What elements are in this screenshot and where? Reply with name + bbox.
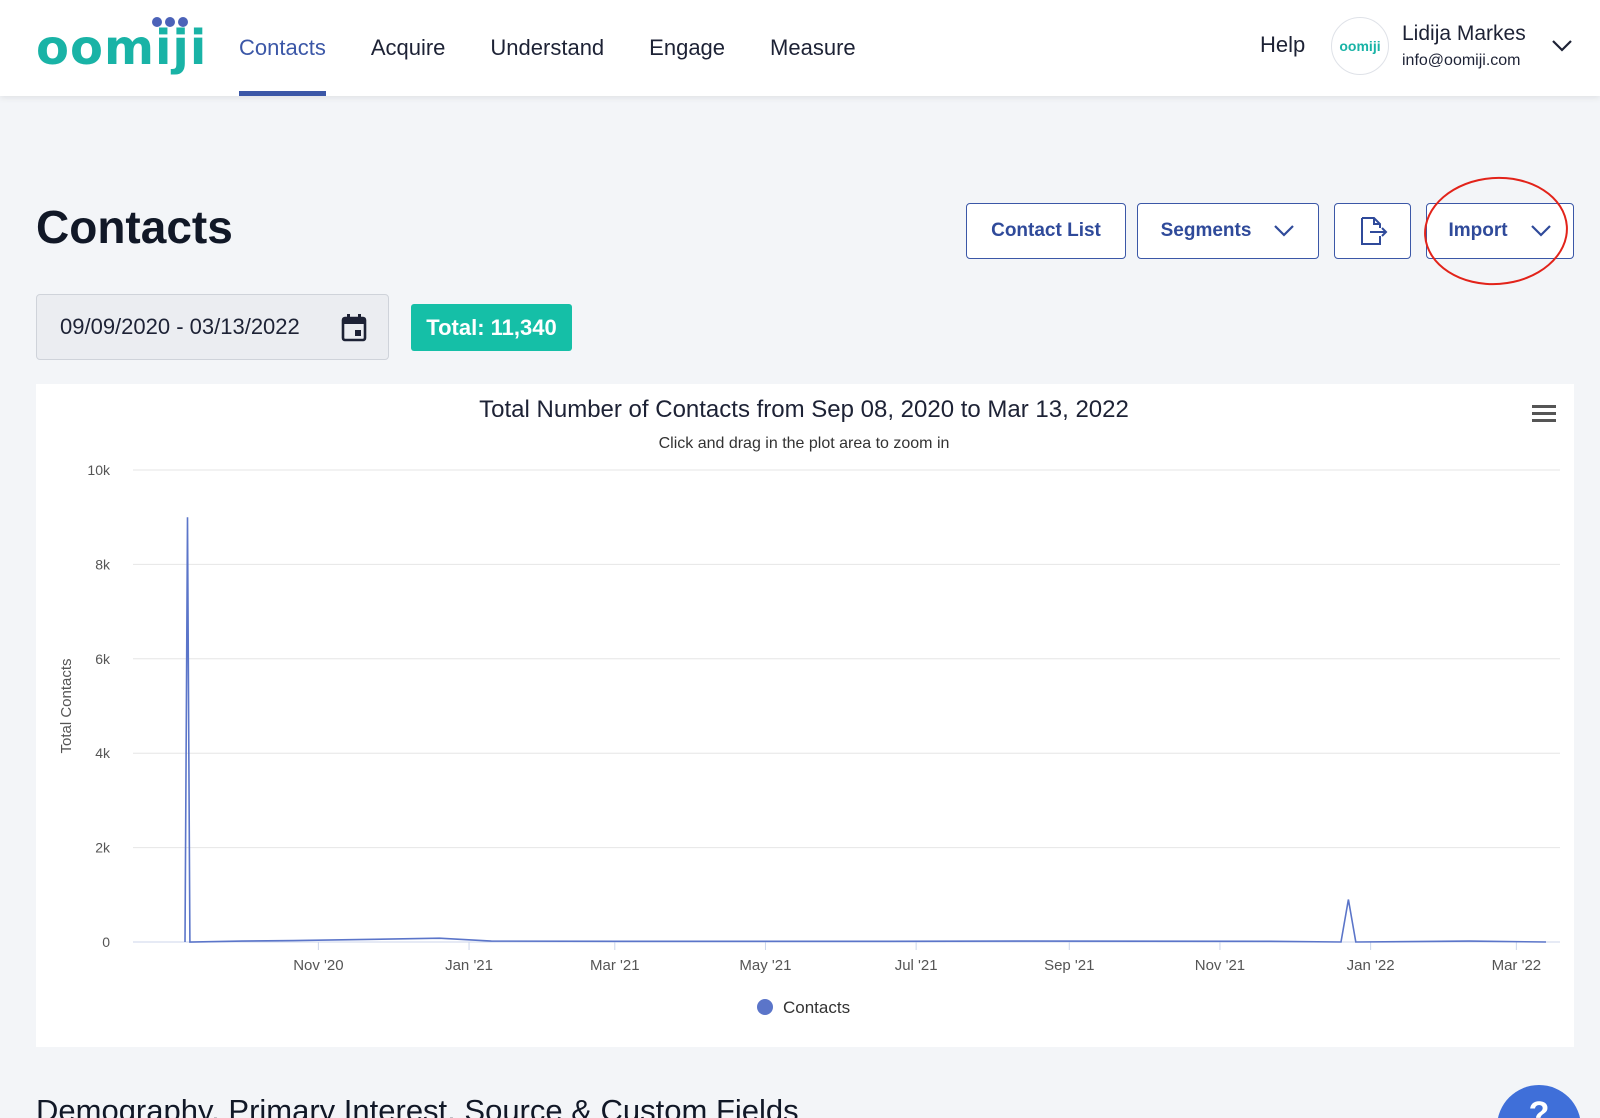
- page-title: Contacts: [36, 201, 233, 253]
- segments-label: Segments: [1160, 220, 1252, 241]
- y-tick-label: 2k: [95, 840, 111, 856]
- hamburger-menu-icon[interactable]: [1530, 402, 1558, 426]
- import-dropdown-button[interactable]: Import: [1426, 203, 1574, 259]
- nav-understand[interactable]: Understand: [490, 0, 604, 96]
- y-tick-label: 4k: [95, 745, 111, 761]
- calendar-icon: [341, 314, 367, 342]
- user-email: info@oomiji.com: [1402, 52, 1521, 69]
- help-link[interactable]: Help: [1260, 32, 1305, 58]
- x-tick-label: Mar '22: [1492, 957, 1542, 974]
- total-contacts-badge: Total: 11,340: [411, 304, 572, 351]
- oomiji-logo[interactable]: oomiji: [36, 14, 206, 78]
- section-title: Demography, Primary Interest, Source & C…: [36, 1093, 799, 1118]
- top-navigation-bar: oomiji Contacts Acquire Understand Engag…: [0, 0, 1600, 96]
- series-line-contacts[interactable]: [184, 517, 1547, 943]
- x-tick-label: Jan '22: [1347, 957, 1395, 974]
- export-button[interactable]: [1334, 203, 1411, 259]
- user-name: Lidija Markes: [1402, 22, 1526, 45]
- legend-label[interactable]: Contacts: [783, 998, 850, 1017]
- import-label: Import: [1448, 220, 1508, 241]
- y-axis-label: Total Contacts: [58, 658, 75, 753]
- nav-acquire[interactable]: Acquire: [371, 0, 446, 96]
- x-tick-label: May '21: [739, 957, 791, 974]
- contacts-chart-panel[interactable]: Total Number of Contacts from Sep 08, 20…: [36, 384, 1574, 1047]
- y-tick-label: 8k: [95, 556, 111, 572]
- y-tick-label: 10k: [87, 462, 111, 478]
- logo-text: oomiji: [36, 20, 208, 76]
- chevron-down-icon[interactable]: [1550, 36, 1574, 54]
- nav-measure[interactable]: Measure: [770, 0, 856, 96]
- chevron-down-icon: [1274, 225, 1295, 237]
- avatar[interactable]: oomiji: [1331, 17, 1389, 75]
- nav-engage[interactable]: Engage: [649, 0, 725, 96]
- legend-marker[interactable]: [757, 999, 773, 1015]
- y-tick-label: 6k: [95, 651, 111, 667]
- contact-list-label: Contact List: [991, 220, 1101, 241]
- x-tick-label: Nov '20: [293, 957, 343, 974]
- x-tick-label: Mar '21: [590, 957, 640, 974]
- x-tick-label: Jan '21: [445, 957, 493, 974]
- contact-list-button[interactable]: Contact List: [966, 203, 1126, 259]
- chevron-down-icon: [1530, 225, 1551, 237]
- y-tick-label: 0: [102, 934, 110, 950]
- x-tick-label: Sep '21: [1044, 957, 1094, 974]
- segments-dropdown-button[interactable]: Segments: [1137, 203, 1319, 259]
- contacts-line-chart[interactable]: Total Number of Contacts from Sep 08, 20…: [36, 384, 1574, 1047]
- main-nav: Contacts Acquire Understand Engage Measu…: [239, 0, 901, 96]
- chart-subtitle: Click and drag in the plot area to zoom …: [659, 435, 950, 452]
- chart-title: Total Number of Contacts from Sep 08, 20…: [479, 396, 1129, 423]
- export-file-icon: [1360, 217, 1387, 245]
- date-range-picker[interactable]: 09/09/2020 - 03/13/2022: [36, 294, 389, 360]
- date-range-value: 09/09/2020 - 03/13/2022: [60, 314, 300, 339]
- help-chat-button[interactable]: ?: [1497, 1085, 1581, 1118]
- x-tick-label: Jul '21: [895, 957, 938, 974]
- x-tick-label: Nov '21: [1195, 957, 1245, 974]
- nav-contacts[interactable]: Contacts: [239, 0, 326, 96]
